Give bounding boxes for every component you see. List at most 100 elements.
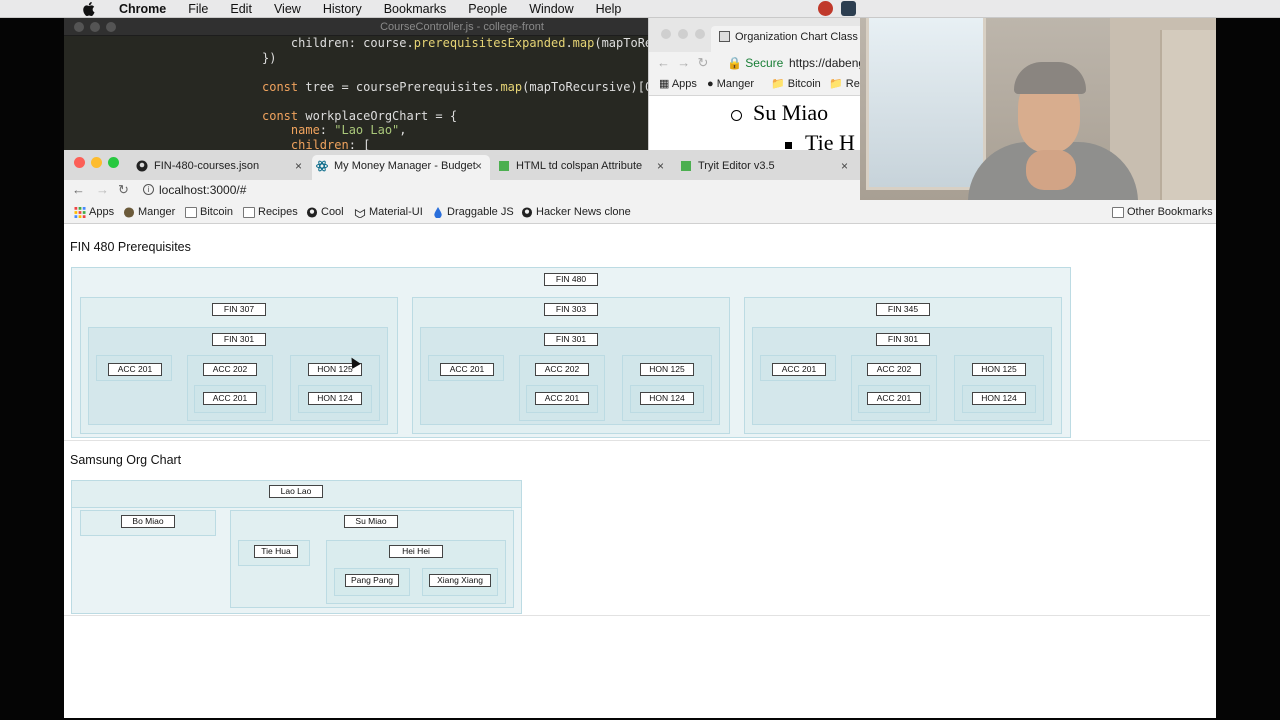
- bm-apps[interactable]: ▦ Apps: [659, 74, 697, 94]
- chart-node[interactable]: FIN 307: [212, 303, 266, 316]
- secure-badge[interactable]: 🔒 Secure: [727, 52, 783, 74]
- chart-node[interactable]: ACC 201: [108, 363, 162, 376]
- bm-recipes-label: Rec: [845, 78, 860, 90]
- org-chart-docs-window: Organization Chart Class ← → ↻ 🔒 Secure …: [648, 18, 860, 150]
- chart-node[interactable]: Su Miao: [344, 515, 398, 528]
- tab-label: FIN-480-courses.json: [154, 160, 260, 172]
- folder-icon: [243, 207, 255, 218]
- menu-bookmarks[interactable]: Bookmarks: [373, 0, 458, 18]
- list-item-tie-hua: Tie H: [785, 130, 855, 150]
- bookmark-material-ui[interactable]: Material-UI: [354, 206, 423, 218]
- bm-recipes[interactable]: 📁 Rec: [829, 74, 860, 94]
- bm-bitcoin[interactable]: 📁 Bitcoin: [771, 74, 821, 94]
- tab-fin-480-courses[interactable]: FIN-480-courses.json ×: [132, 155, 310, 180]
- editor-zoom-button[interactable]: [106, 22, 116, 32]
- chart-node[interactable]: FIN 301: [544, 333, 598, 346]
- address-bar[interactable]: localhost:3000/#: [159, 183, 246, 197]
- apps-grid-icon: [74, 207, 86, 218]
- org-chart-section-title: Samsung Org Chart: [70, 453, 182, 467]
- minimize-window-button[interactable]: [91, 157, 102, 168]
- chart-node[interactable]: ACC 201: [203, 392, 257, 405]
- chart-node[interactable]: FIN 345: [876, 303, 930, 316]
- chart-node[interactable]: Hei Hei: [389, 545, 443, 558]
- chart-node[interactable]: Lao Lao: [269, 485, 323, 498]
- bm-bitcoin-label: Bitcoin: [787, 78, 821, 90]
- back-icon[interactable]: ←: [72, 182, 85, 197]
- close-tab-icon[interactable]: ×: [841, 155, 848, 177]
- menu-help[interactable]: Help: [585, 0, 633, 18]
- back-forward-reload-icons[interactable]: ← → ↻: [657, 52, 708, 74]
- bookmark-bitcoin[interactable]: Bitcoin: [185, 206, 233, 218]
- menu-edit[interactable]: Edit: [219, 0, 263, 18]
- info-icon[interactable]: i: [143, 184, 154, 195]
- bookmark-recipes[interactable]: Recipes: [243, 206, 298, 218]
- chart-node[interactable]: HON 124: [640, 392, 694, 405]
- close-tab-icon[interactable]: ×: [657, 155, 664, 177]
- menu-file[interactable]: File: [177, 0, 219, 18]
- chart-node[interactable]: HON 125: [972, 363, 1026, 376]
- forward-icon[interactable]: →: [96, 182, 109, 197]
- menu-view[interactable]: View: [263, 0, 312, 18]
- menu-window[interactable]: Window: [518, 0, 584, 18]
- close-tab-icon[interactable]: ×: [295, 155, 302, 177]
- mac-menu-bar: Chrome File Edit View History Bookmarks …: [0, 0, 1280, 18]
- chart-node[interactable]: ACC 201: [440, 363, 494, 376]
- apple-icon[interactable]: [80, 1, 98, 16]
- bookmark-draggable-js[interactable]: Draggable JS: [432, 206, 514, 218]
- bookmark-cool[interactable]: Cool: [306, 206, 344, 218]
- bm-apps-label: Apps: [671, 78, 697, 90]
- status-app-icon[interactable]: [818, 1, 833, 16]
- tab-label: HTML td colspan Attribute: [516, 160, 643, 172]
- menu-app-chrome[interactable]: Chrome: [108, 0, 177, 18]
- bookmark-hacker-news-clone[interactable]: Hacker News clone: [521, 206, 631, 218]
- docker-icon[interactable]: [841, 1, 856, 16]
- fin480-section-title: FIN 480 Prerequisites: [70, 240, 191, 254]
- bm-manger[interactable]: ● Manger: [707, 74, 754, 94]
- docs-zoom-button[interactable]: [695, 29, 705, 39]
- main-browser-window: FIN-480-courses.json × My Money Manager …: [64, 150, 1216, 718]
- page-icon: [719, 31, 730, 42]
- editor-minimize-button[interactable]: [90, 22, 100, 32]
- editor-close-button[interactable]: [74, 22, 84, 32]
- chart-node[interactable]: ACC 202: [535, 363, 589, 376]
- docs-url[interactable]: https://dabeng: [789, 52, 860, 74]
- chart-node[interactable]: Pang Pang: [345, 574, 399, 587]
- chart-node[interactable]: HON 125: [640, 363, 694, 376]
- chart-node[interactable]: Bo Miao: [121, 515, 175, 528]
- bookmark-apps[interactable]: Apps: [74, 206, 114, 218]
- chart-node[interactable]: HON 124: [308, 392, 362, 405]
- chart-node[interactable]: HON 124: [972, 392, 1026, 405]
- menu-people[interactable]: People: [457, 0, 518, 18]
- chart-node[interactable]: Xiang Xiang: [429, 574, 491, 587]
- close-window-button[interactable]: [74, 157, 85, 168]
- docs-close-button[interactable]: [661, 29, 671, 39]
- section-divider: [64, 440, 1210, 441]
- chart-node[interactable]: ACC 202: [203, 363, 257, 376]
- chart-node[interactable]: ACC 201: [772, 363, 826, 376]
- w3schools-icon: [681, 161, 691, 171]
- github-icon: [136, 160, 148, 172]
- docs-minimize-button[interactable]: [678, 29, 688, 39]
- bookmark-label: Cool: [321, 206, 344, 218]
- tab-org-chart-class[interactable]: Organization Chart Class: [711, 26, 860, 52]
- close-tab-icon[interactable]: ×: [475, 155, 482, 177]
- bookmark-label: Hacker News clone: [536, 206, 631, 218]
- bookmark-manger[interactable]: Manger: [123, 206, 175, 218]
- chart-node[interactable]: ACC 202: [867, 363, 921, 376]
- chart-node[interactable]: ACC 201: [535, 392, 589, 405]
- other-bookmarks[interactable]: Other Bookmarks: [1112, 206, 1213, 218]
- chart-node[interactable]: ACC 201: [867, 392, 921, 405]
- menu-history[interactable]: History: [312, 0, 373, 18]
- tab-money-manager[interactable]: My Money Manager - Budget ×: [312, 155, 490, 180]
- zoom-window-button[interactable]: [108, 157, 119, 168]
- page-content: FIN 480 Prerequisites FIN 480 FIN 307 FIN …: [64, 225, 1216, 718]
- tab-tryit-editor[interactable]: Tryit Editor v3.5 ×: [676, 155, 856, 180]
- chart-node[interactable]: FIN 301: [212, 333, 266, 346]
- folder-icon: [1112, 207, 1124, 218]
- tab-html-td-colspan[interactable]: HTML td colspan Attribute ×: [494, 155, 672, 180]
- reload-icon[interactable]: ↻: [118, 182, 129, 198]
- chart-node[interactable]: Tie Hua: [254, 545, 298, 558]
- chart-node[interactable]: FIN 301: [876, 333, 930, 346]
- chart-node[interactable]: FIN 480: [544, 273, 598, 286]
- chart-node[interactable]: FIN 303: [544, 303, 598, 316]
